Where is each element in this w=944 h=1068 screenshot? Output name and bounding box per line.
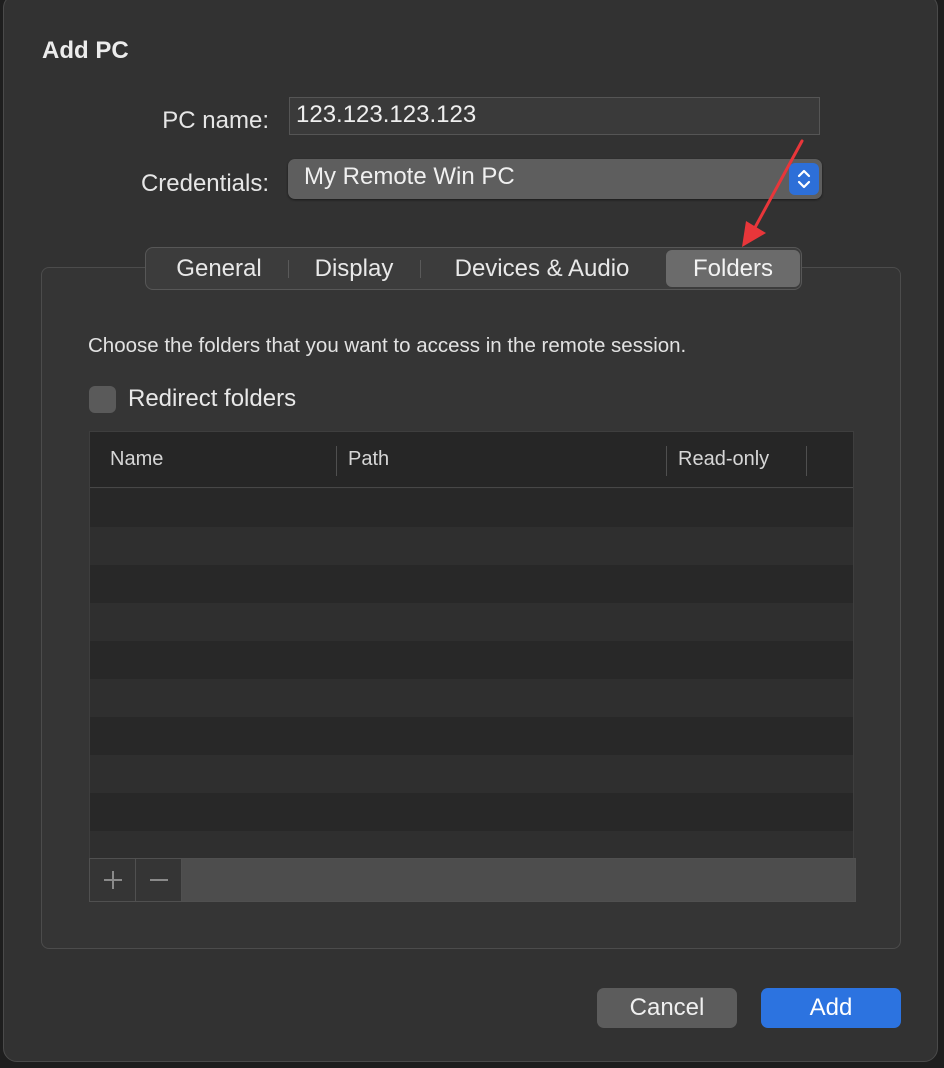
table-row: [90, 831, 853, 858]
table-header: Name Path Read-only: [90, 432, 853, 488]
tab-folders[interactable]: Folders: [666, 250, 800, 287]
column-header-path[interactable]: Path: [348, 448, 389, 471]
folders-table: Name Path Read-only: [89, 431, 854, 859]
add-button[interactable]: Add: [761, 988, 901, 1028]
pc-name-label: PC name:: [162, 107, 269, 134]
cancel-button[interactable]: Cancel: [597, 988, 737, 1028]
column-divider: [806, 446, 807, 476]
tab-bar: General Display Devices & Audio Folders: [145, 247, 802, 290]
folders-description: Choose the folders that you want to acce…: [88, 334, 687, 357]
table-footer-spacer: [182, 859, 855, 901]
table-row: [90, 717, 853, 755]
table-row: [90, 793, 853, 831]
table-row: [90, 755, 853, 793]
add-pc-dialog: Add PC PC name: 123.123.123.123 Credenti…: [3, 0, 938, 1062]
redirect-folders-label[interactable]: Redirect folders: [128, 385, 296, 413]
column-divider: [336, 446, 337, 476]
tab-display[interactable]: Display: [288, 248, 420, 289]
credentials-label: Credentials:: [140, 170, 269, 197]
table-footer-bar: [89, 858, 856, 902]
table-row: [90, 641, 853, 679]
dialog-title: Add PC: [42, 37, 129, 64]
table-row: [90, 679, 853, 717]
minus-icon: [149, 879, 168, 881]
add-folder-button[interactable]: [90, 859, 136, 901]
pc-name-input[interactable]: 123.123.123.123: [289, 97, 820, 135]
column-header-read-only[interactable]: Read-only: [678, 448, 769, 471]
column-divider: [666, 446, 667, 476]
plus-icon: [103, 871, 122, 889]
tab-devices-audio[interactable]: Devices & Audio: [420, 248, 664, 289]
credentials-value: My Remote Win PC: [304, 163, 515, 190]
table-row: [90, 489, 853, 527]
remove-folder-button[interactable]: [136, 859, 182, 901]
redirect-folders-checkbox[interactable]: [89, 386, 116, 413]
tab-general[interactable]: General: [150, 248, 288, 289]
annotation-arrow-icon: [742, 139, 804, 247]
table-row: [90, 603, 853, 641]
table-row: [90, 527, 853, 565]
column-header-name[interactable]: Name: [110, 448, 163, 471]
table-row: [90, 565, 853, 603]
